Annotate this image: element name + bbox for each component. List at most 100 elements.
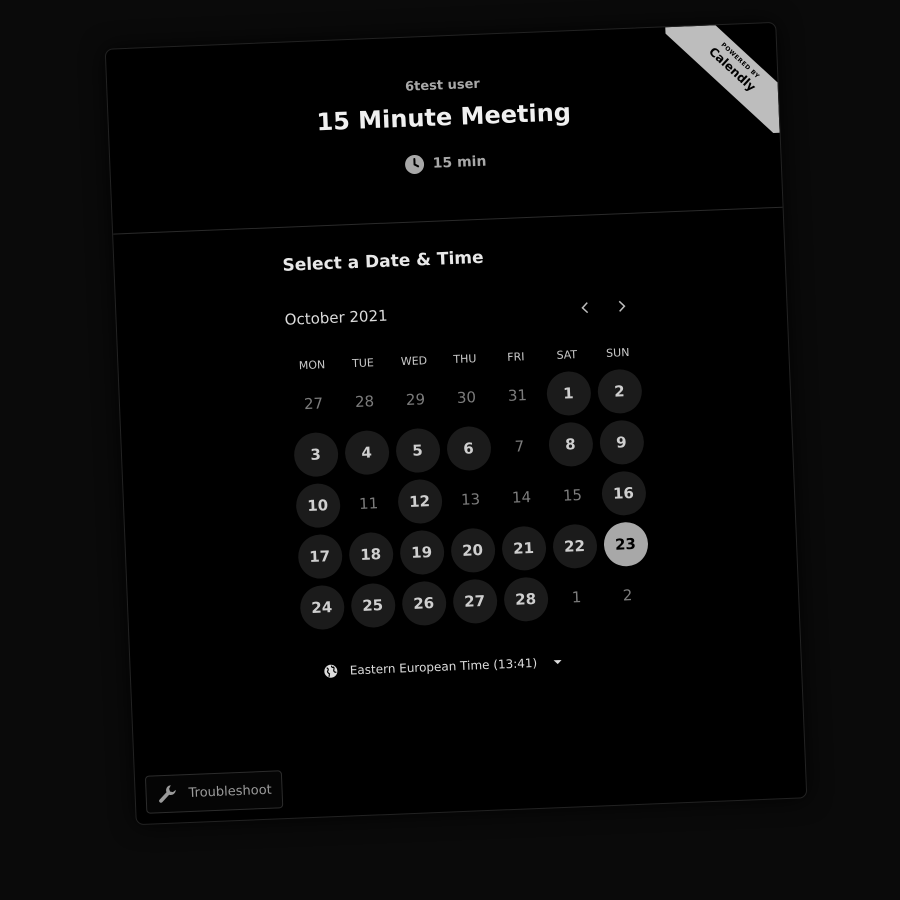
day-number: 27 [303, 393, 324, 413]
calendar-day-selected[interactable]: 23 [599, 517, 652, 570]
calendar-grid: 27 28 29 30 31 1 2 3 4 5 6 7 8 9 10 11 12 13 14 15 16 17 18 19 2… [287, 364, 654, 633]
weekday-label: WED [400, 354, 428, 369]
day-number: 27 [451, 578, 498, 624]
calendar-day-unavailable: 7 [493, 419, 546, 472]
day-number: 2 [622, 585, 633, 604]
calendar-day-unavailable: 13 [444, 472, 497, 525]
calendar-day-unavailable: 27 [287, 377, 340, 430]
day-number: 31 [507, 385, 528, 405]
calendar-day-unavailable: 2 [601, 568, 654, 621]
calendar-day-available[interactable]: 28 [499, 572, 552, 625]
calendar-day-available[interactable]: 4 [340, 426, 393, 479]
calendar-day-unavailable: 15 [546, 468, 599, 521]
globe-icon [324, 664, 338, 678]
troubleshoot-label: Troubleshoot [188, 782, 273, 801]
month-label: October 2021 [284, 306, 388, 329]
day-number: 26 [400, 580, 447, 626]
day-number: 1 [571, 587, 582, 606]
calendar-day-available[interactable]: 16 [597, 466, 650, 519]
day-number: 9 [598, 419, 645, 465]
calendar-day-available[interactable]: 24 [295, 581, 348, 634]
calendar-day-available[interactable]: 5 [391, 424, 444, 477]
weekday-label: THU [453, 352, 477, 367]
day-number: 7 [514, 436, 525, 456]
weekday-label: TUE [351, 356, 375, 371]
calendar-day-available[interactable]: 9 [595, 415, 648, 468]
day-number: 16 [600, 469, 647, 516]
day-number: 11 [358, 493, 379, 513]
powered-by-ribbon[interactable]: POWERED BY Calendly [665, 22, 780, 138]
calendar-day-available[interactable]: 27 [448, 574, 501, 627]
month-navigation: October 2021 [284, 292, 640, 334]
day-number: 20 [449, 527, 496, 573]
next-month-button[interactable] [603, 292, 640, 321]
calendar-day-unavailable: 28 [338, 375, 391, 428]
chevron-right-icon [618, 300, 626, 312]
calendar-day-available[interactable]: 19 [395, 525, 448, 578]
calendar-day-available[interactable]: 10 [291, 479, 344, 532]
day-number: 4 [343, 429, 390, 475]
calendar-day-unavailable: 30 [440, 371, 493, 424]
day-number: 13 [460, 489, 481, 509]
day-number: 29 [405, 389, 426, 409]
day-number: 6 [445, 425, 492, 471]
troubleshoot-button[interactable]: Troubleshoot [144, 770, 284, 814]
day-number: 14 [511, 487, 532, 507]
weekday-label: MON [298, 358, 326, 373]
day-number: 8 [547, 421, 594, 467]
calendar-day-available[interactable]: 21 [497, 521, 550, 574]
prev-month-button[interactable] [567, 293, 604, 322]
day-number: 10 [294, 482, 341, 528]
day-number: 19 [398, 529, 445, 575]
calendar-day-unavailable: 29 [389, 373, 442, 426]
day-number: 2 [596, 368, 643, 414]
calendar-day-available[interactable]: 6 [442, 422, 495, 475]
date-picker-section: Select a Date & Time October 2021 MON TU… [113, 208, 801, 687]
calendar-day-unavailable: 11 [342, 477, 395, 530]
calendar-day-available[interactable]: 20 [446, 523, 499, 576]
calendar-day-available[interactable]: 1 [542, 366, 595, 419]
calendar-day-available[interactable]: 17 [293, 530, 346, 583]
weekday-label: FRI [507, 350, 525, 364]
chevron-left-icon [581, 302, 589, 314]
powered-by-badge[interactable]: POWERED BY Calendly [665, 22, 780, 138]
day-number: 21 [500, 525, 547, 571]
day-number: 5 [394, 427, 441, 473]
weekday-label: SAT [556, 348, 578, 362]
wrench-icon [159, 785, 176, 803]
calendar-day-available[interactable]: 12 [393, 475, 446, 528]
day-number: 28 [354, 391, 375, 411]
timezone-label: Eastern European Time (13:41) [349, 655, 538, 678]
day-number: 15 [562, 485, 583, 505]
booking-card: POWERED BY Calendly 6test user 15 Minute… [104, 21, 808, 826]
day-number: 23 [602, 520, 649, 567]
day-number: 18 [347, 531, 394, 577]
calendar-day-available[interactable]: 8 [544, 417, 597, 470]
weekday-label: SUN [605, 345, 630, 360]
duration-label: 15 min [432, 153, 487, 172]
brand-name: Calendly [706, 44, 759, 95]
calendar-day-unavailable: 1 [550, 570, 603, 623]
day-number: 12 [396, 478, 443, 524]
calendar-day-available[interactable]: 25 [346, 578, 399, 631]
page-backdrop: POWERED BY Calendly 6test user 15 Minute… [0, 0, 900, 900]
clock-icon [405, 154, 425, 174]
day-number: 25 [349, 582, 396, 628]
calendar-day-unavailable: 31 [491, 369, 544, 422]
event-duration: 15 min [110, 140, 780, 187]
day-number: 22 [551, 522, 598, 569]
calendar-day-available[interactable]: 3 [289, 428, 342, 481]
day-number: 1 [545, 370, 592, 416]
day-number: 17 [296, 533, 343, 579]
calendar-day-available[interactable]: 22 [548, 519, 601, 572]
day-number: 30 [456, 387, 477, 407]
calendar-day-available[interactable]: 18 [344, 528, 397, 581]
day-number: 28 [502, 575, 549, 622]
day-number: 3 [292, 431, 339, 478]
caret-down-icon [553, 659, 562, 665]
calendar-day-available[interactable]: 2 [593, 364, 646, 417]
calendar-day-unavailable: 14 [495, 470, 548, 523]
calendar-day-available[interactable]: 26 [397, 576, 450, 629]
day-number: 24 [298, 584, 345, 630]
timezone-selector[interactable]: Eastern European Time (13:41) [324, 645, 801, 678]
